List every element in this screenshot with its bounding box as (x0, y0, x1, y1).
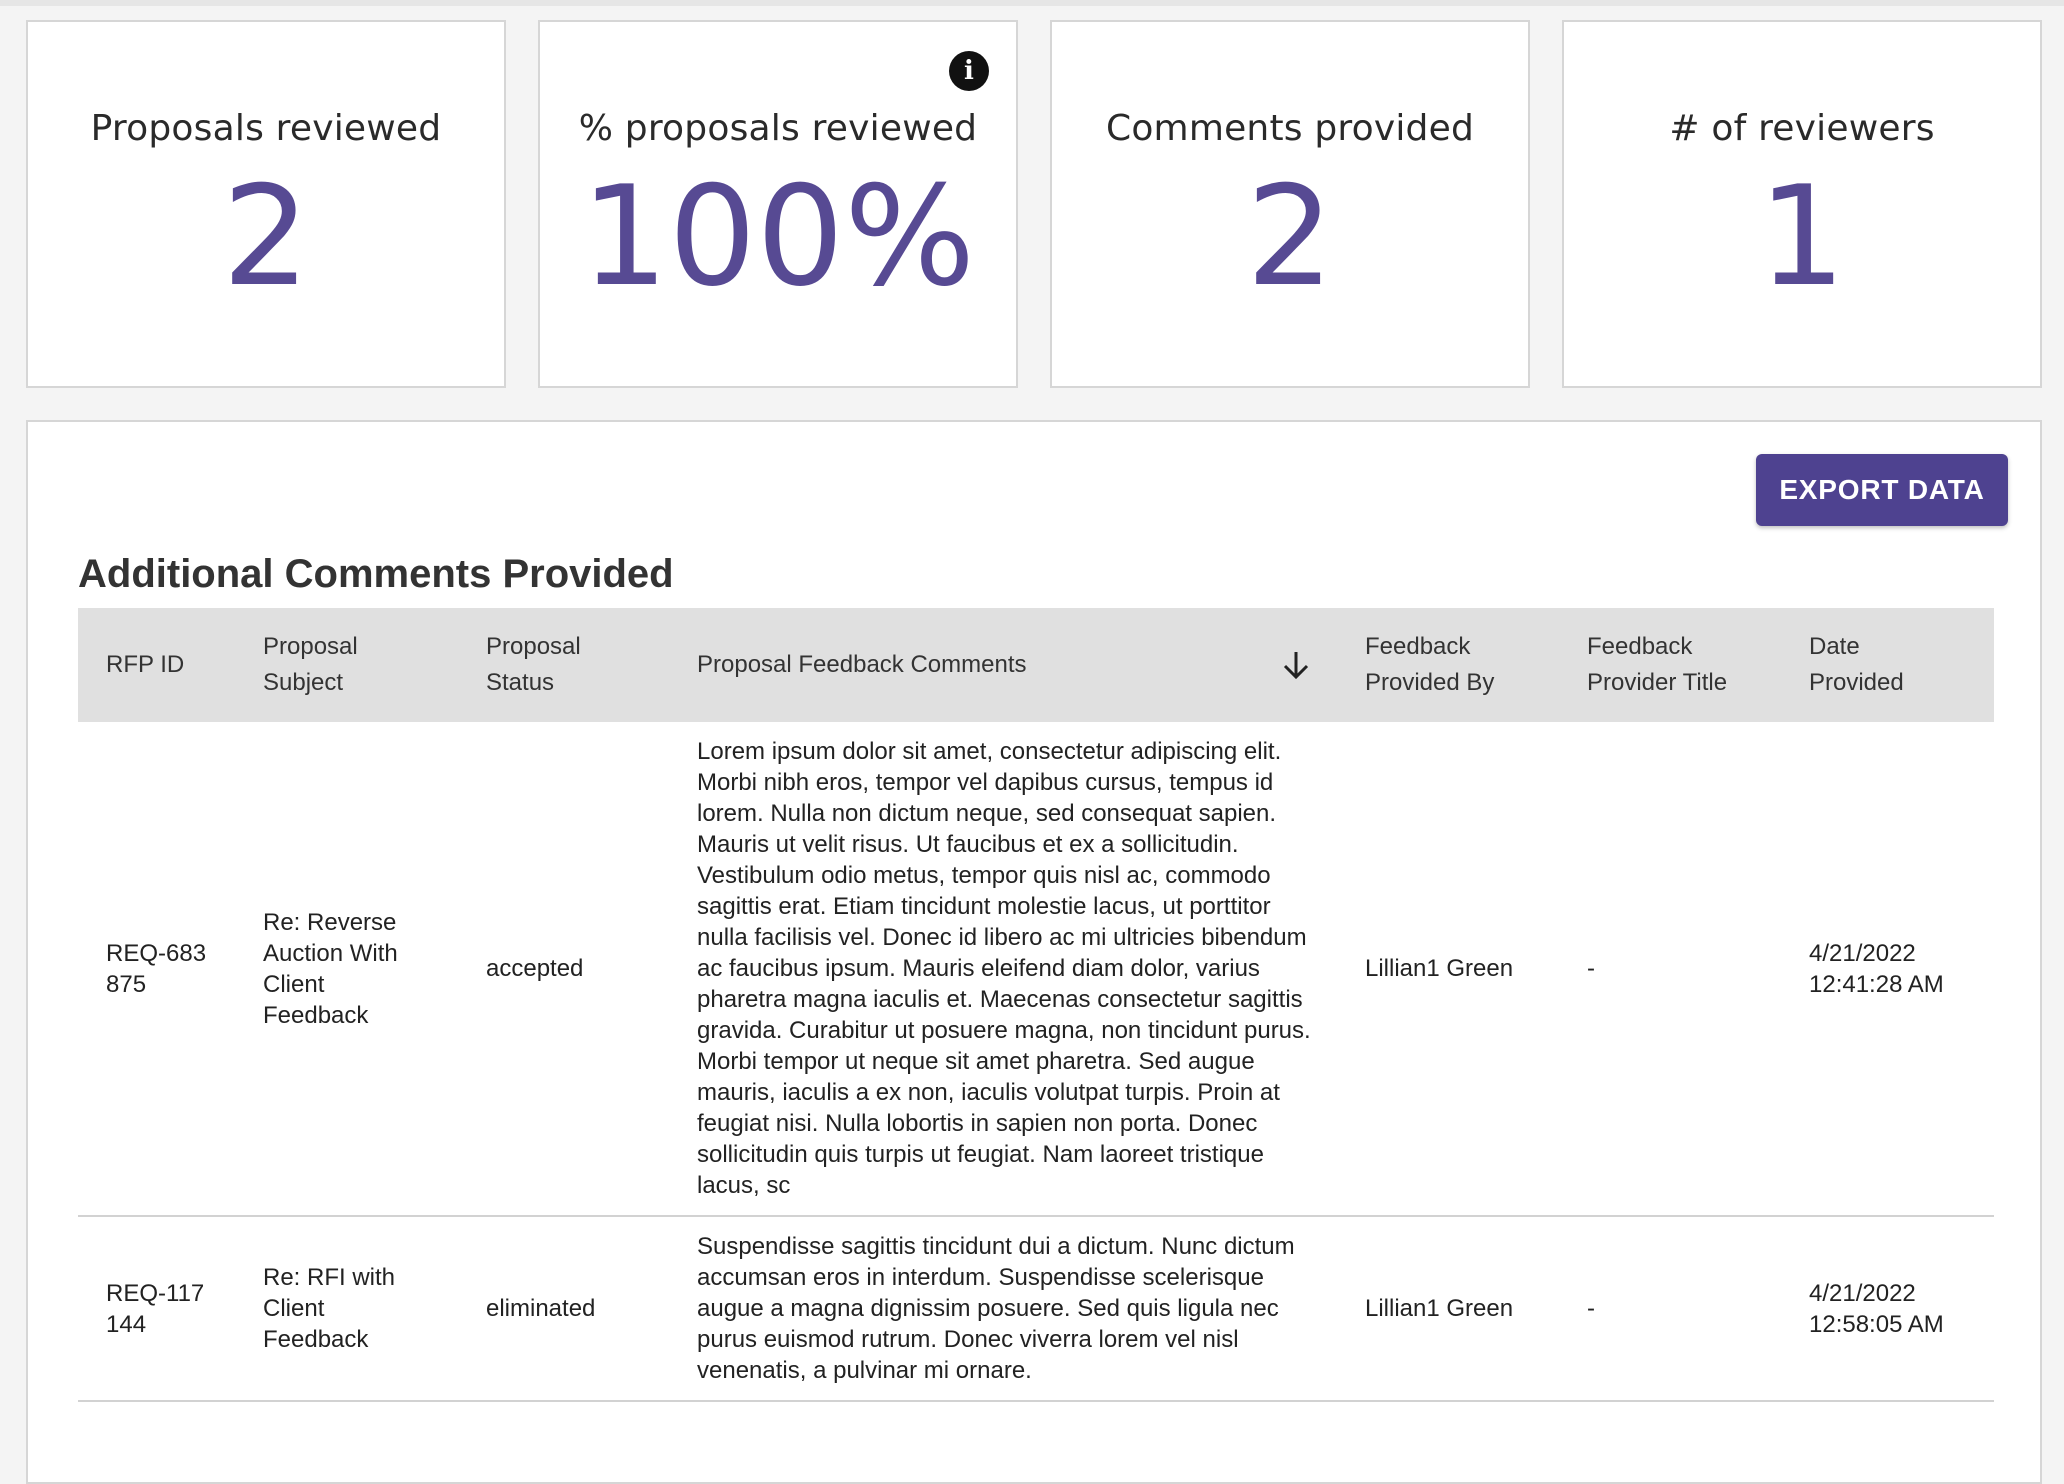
stats-row: Proposals reviewed 2 i % proposals revie… (26, 20, 2042, 388)
column-header-proposal-status[interactable]: Proposal Status (458, 608, 669, 722)
cell-status: accepted (458, 722, 669, 1217)
table-header-row: RFP ID Proposal Subject Proposal Status … (78, 608, 1994, 722)
cell-provided-by: Lillian1 Green (1337, 1216, 1559, 1402)
column-header-label: RFP ID (106, 651, 185, 678)
arrow-down-icon[interactable] (1281, 649, 1311, 681)
cell-comment: Lorem ipsum dolor sit amet, consectetur … (669, 722, 1337, 1217)
cell-rfp-id: REQ-683875 (78, 722, 235, 1217)
column-header-feedback-provider-title[interactable]: Feedback Provider Title (1559, 608, 1781, 722)
stat-value: 2 (1246, 156, 1334, 317)
column-header-rfp-id[interactable]: RFP ID (78, 608, 235, 722)
cell-provider-title: - (1559, 722, 1781, 1217)
cell-status: eliminated (458, 1216, 669, 1402)
stat-label: % proposals reviewed (578, 108, 978, 149)
comments-panel: EXPORT DATA Additional Comments Provided… (26, 420, 2042, 1484)
export-data-button[interactable]: EXPORT DATA (1756, 454, 2008, 526)
stat-card-reviewers: # of reviewers 1 (1562, 20, 2042, 388)
stat-label: Proposals reviewed (90, 108, 442, 149)
cell-provided-by: Lillian1 Green (1337, 722, 1559, 1217)
stat-value: 2 (222, 156, 310, 317)
column-header-label: Proposal Subject (263, 633, 358, 696)
comments-table: RFP ID Proposal Subject Proposal Status … (78, 608, 1994, 1402)
stat-card-percent-reviewed: i % proposals reviewed 100% (538, 20, 1018, 388)
column-header-proposal-subject[interactable]: Proposal Subject (235, 608, 458, 722)
cell-subject: Re: RFI with Client Feedback (235, 1216, 458, 1402)
column-header-label: Feedback Provider Title (1587, 633, 1728, 696)
stat-card-proposals-reviewed: Proposals reviewed 2 (26, 20, 506, 388)
stat-value: 100% (580, 156, 976, 317)
cell-comment: Suspendisse sagittis tincidunt dui a dic… (669, 1216, 1337, 1402)
stat-card-comments-provided: Comments provided 2 (1050, 20, 1530, 388)
column-header-label: Proposal Feedback Comments (697, 651, 1027, 678)
cell-date: 4/21/2022 12:58:05 AM (1781, 1216, 1994, 1402)
cell-rfp-id: REQ-117144 (78, 1216, 235, 1402)
column-header-label: Feedback Provided By (1365, 633, 1495, 696)
table-row: REQ-117144 Re: RFI with Client Feedback … (78, 1216, 1994, 1402)
sort-wrap: Proposal Feedback Comments (697, 647, 1337, 683)
cell-provider-title: - (1559, 1216, 1781, 1402)
column-header-date-provided[interactable]: Date Provided (1781, 608, 1994, 722)
stat-label: # of reviewers (1669, 108, 1935, 149)
info-icon[interactable]: i (949, 51, 989, 91)
top-strip (0, 0, 2064, 6)
table-row: REQ-683875 Re: Reverse Auction With Clie… (78, 722, 1994, 1217)
column-header-label: Proposal Status (486, 633, 581, 696)
column-header-label: Date Provided (1809, 633, 1904, 696)
stat-value: 1 (1758, 156, 1846, 317)
section-title: Additional Comments Provided (78, 552, 674, 596)
stat-label: Comments provided (1105, 108, 1475, 149)
cell-subject: Re: Reverse Auction With Client Feedback (235, 722, 458, 1217)
column-header-feedback-comments[interactable]: Proposal Feedback Comments (669, 608, 1337, 722)
column-header-feedback-provided-by[interactable]: Feedback Provided By (1337, 608, 1559, 722)
cell-date: 4/21/2022 12:41:28 AM (1781, 722, 1994, 1217)
